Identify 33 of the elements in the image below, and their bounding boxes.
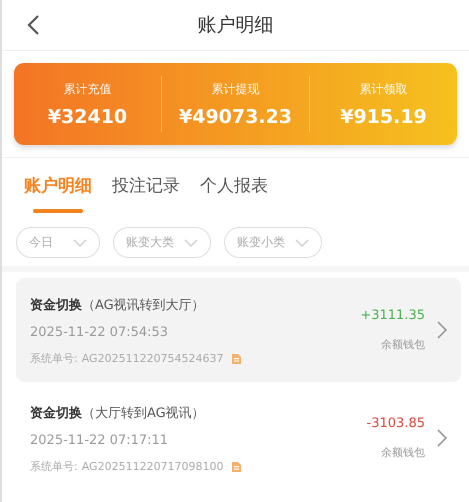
- copy-icon[interactable]: [232, 354, 241, 364]
- order-label: 系统单号:: [30, 459, 78, 474]
- tab[interactable]: 投注记录: [112, 174, 180, 197]
- record-amount: +3111.35: [360, 308, 425, 323]
- record-type: 资金切换: [30, 298, 82, 313]
- tab[interactable]: 个人报表: [200, 174, 268, 197]
- chevron-down-icon: [73, 238, 87, 246]
- chevron-down-icon: [295, 238, 309, 246]
- record-detail: （大厅转到AG视讯）: [82, 406, 205, 421]
- stat-value: ¥915.19: [340, 106, 427, 128]
- record-detail: （AG视讯转到大厅）: [82, 298, 205, 313]
- record-time: 2025-11-22 07:54:53: [30, 325, 170, 340]
- wallet-label: 余额钱包: [381, 337, 425, 352]
- order-number: AG202511220717098100: [82, 460, 224, 473]
- record-amount: -3103.85: [366, 416, 425, 431]
- stat-value: ¥32410: [48, 106, 128, 128]
- stat-value: ¥49073.23: [179, 106, 292, 128]
- chevron-right-icon: [437, 429, 447, 447]
- chevron-right-icon: [437, 321, 447, 339]
- record-row[interactable]: 资金切换（AG视讯转到大厅） 2025-11-22 07:54:53 系统单号: AG202511220754524637 +3111.35 余额钱包: [16, 278, 461, 382]
- order-number: AG202511220754524637: [82, 352, 224, 365]
- wallet-label: 余额钱包: [381, 445, 425, 460]
- back-icon[interactable]: [26, 14, 40, 36]
- record-time: 2025-11-22 07:17:11: [30, 433, 170, 448]
- order-label: 系统单号:: [30, 351, 78, 366]
- tab-indicator: [33, 209, 83, 213]
- page-title: 账户明细: [198, 13, 274, 38]
- record-type: 资金切换: [30, 406, 82, 421]
- chevron-down-icon: [184, 238, 198, 246]
- stat-label: 累计领取: [360, 80, 408, 98]
- stat-label: 累计提现: [212, 80, 260, 98]
- copy-icon[interactable]: [232, 462, 241, 472]
- stat-label: 累计充值: [64, 80, 112, 98]
